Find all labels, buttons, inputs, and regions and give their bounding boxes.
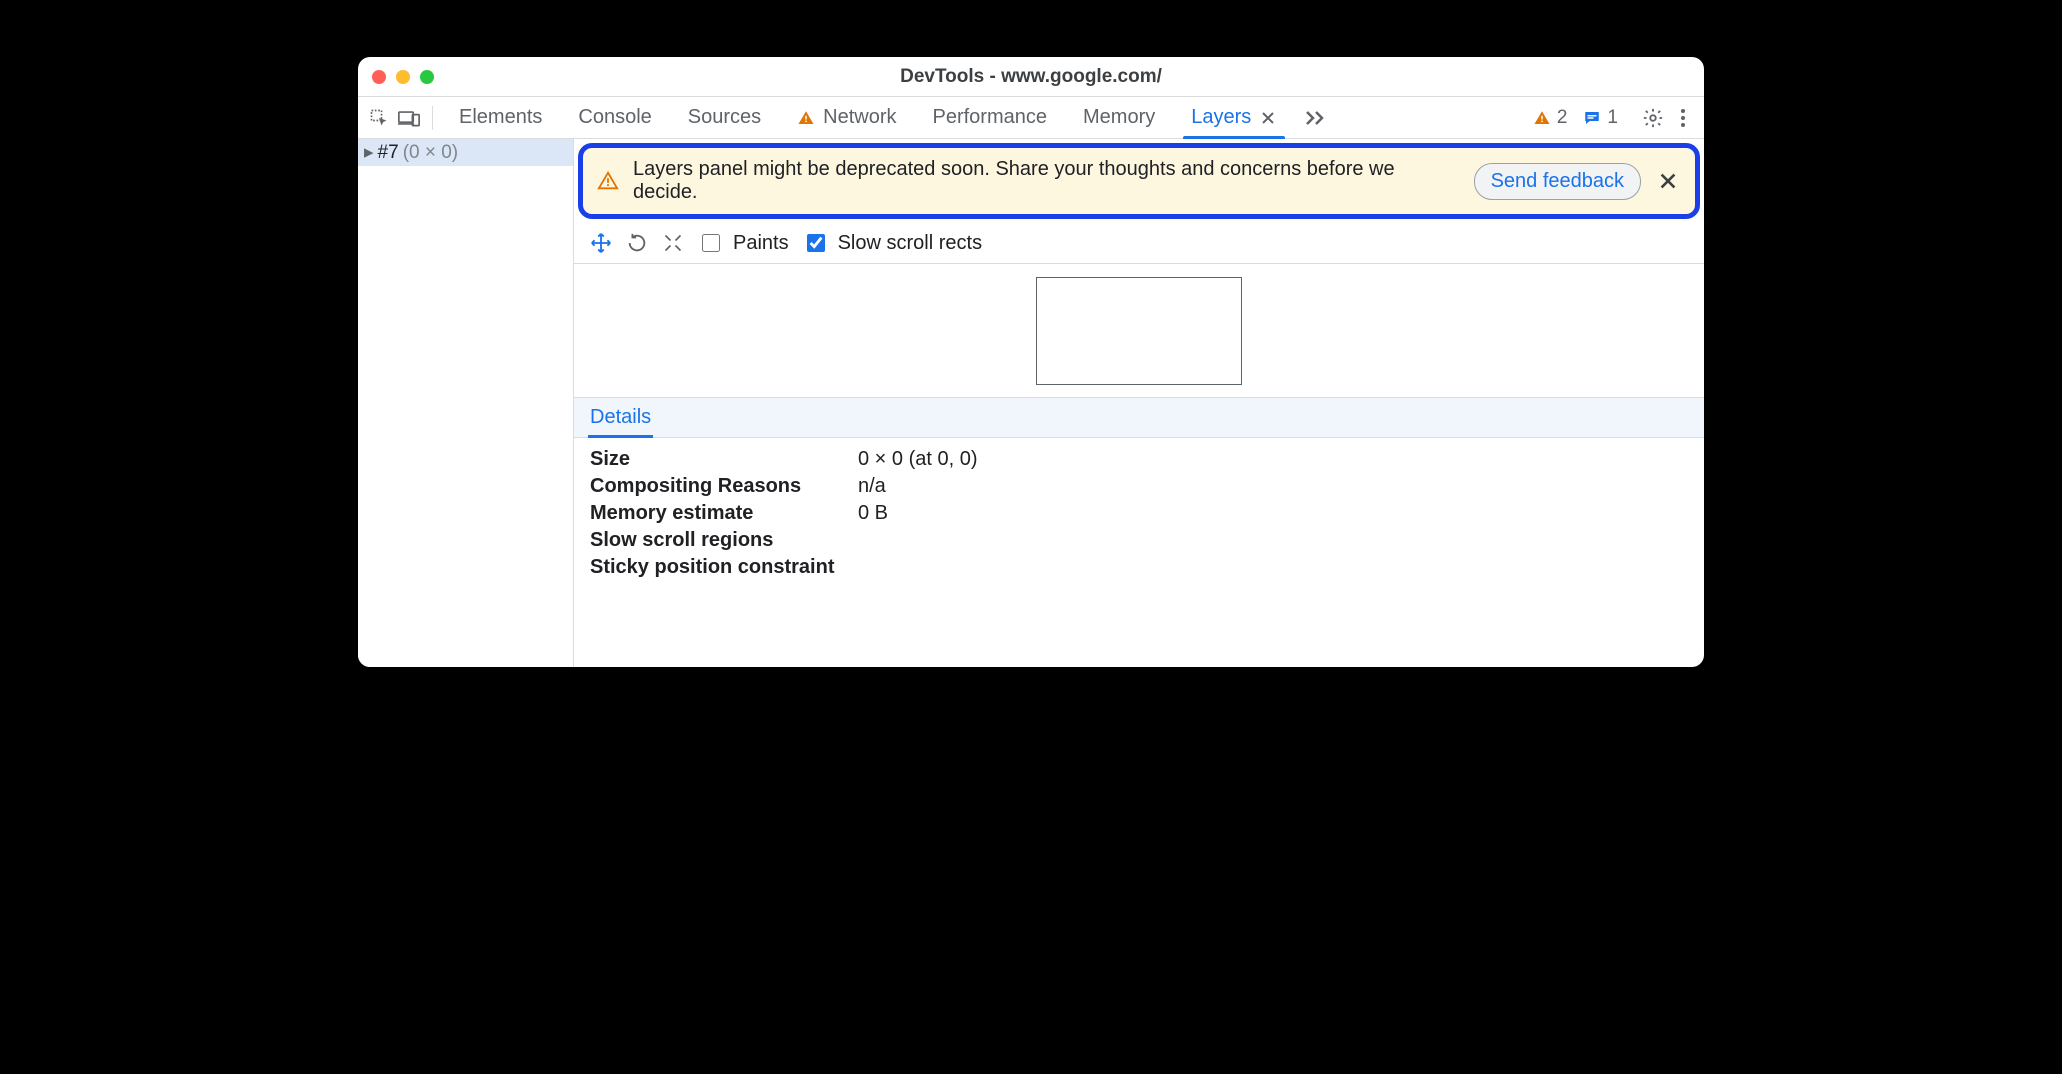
warning-icon [597,170,619,192]
device-toolbar-icon[interactable] [394,103,424,133]
window-title: DevTools - www.google.com/ [358,66,1704,88]
detail-key-comp: Compositing Reasons [590,475,858,498]
message-icon [1583,109,1601,127]
tab-label: Layers [1191,106,1251,129]
main-area: Layers panel might be deprecated soon. S… [574,139,1704,667]
layers-tree-sidebar: ▸ #7 (0 × 0) [358,139,574,667]
expand-icon[interactable]: ▸ [364,141,374,164]
detail-key-sticky: Sticky position constraint [590,556,858,579]
paints-label: Paints [733,232,789,255]
paints-checkbox-input[interactable] [702,234,720,252]
zoom-window-button[interactable] [420,70,434,84]
slow-scroll-checkbox[interactable]: Slow scroll rects [803,231,982,255]
close-window-button[interactable] [372,70,386,84]
tab-label: Network [823,106,896,129]
detail-val-mem: 0 B [858,502,1688,525]
detail-val-size: 0 × 0 (at 0, 0) [858,448,1688,471]
minimize-window-button[interactable] [396,70,410,84]
layer-tree-item[interactable]: ▸ #7 (0 × 0) [358,139,573,166]
tab-performance[interactable]: Performance [915,97,1066,138]
warning-icon [797,109,815,127]
detail-key-slow: Slow scroll regions [590,529,858,552]
panel-content: ▸ #7 (0 × 0) Layers panel might be depre… [358,139,1704,667]
window-controls [372,70,434,84]
messages-counter[interactable]: 1 [1575,107,1626,129]
details-grid: Size 0 × 0 (at 0, 0) Compositing Reasons… [574,438,1704,619]
titlebar: DevTools - www.google.com/ [358,57,1704,97]
tab-sources[interactable]: Sources [670,97,779,138]
tab-label: Performance [933,106,1048,129]
layers-view-toolbar: Paints Slow scroll rects [574,223,1704,264]
reset-view-icon[interactable] [662,232,684,254]
detail-key-size: Size [590,448,858,471]
warning-icon [1533,109,1551,127]
detail-key-mem: Memory estimate [590,502,858,525]
separator [432,106,433,130]
deprecation-banner: Layers panel might be deprecated soon. S… [578,143,1700,219]
tab-console[interactable]: Console [560,97,669,138]
tab-label: Memory [1083,106,1155,129]
messages-count: 1 [1607,107,1618,129]
tab-memory[interactable]: Memory [1065,97,1173,138]
detail-val-sticky [858,556,1688,579]
layer-rect[interactable] [1036,277,1242,385]
layer-id: #7 [378,142,399,164]
tab-label: Sources [688,106,761,129]
tab-layers[interactable]: Layers [1173,97,1295,138]
warnings-counter[interactable]: 2 [1525,107,1576,129]
layers-3d-view[interactable] [574,264,1704,398]
inspect-element-icon[interactable] [364,103,394,133]
settings-icon[interactable] [1638,103,1668,133]
main-toolbar: Elements Console Sources Network Perform… [358,97,1704,139]
close-tab-icon[interactable] [1259,109,1277,127]
warnings-count: 2 [1557,107,1568,129]
tab-elements[interactable]: Elements [441,97,560,138]
devtools-window: DevTools - www.google.com/ Elements Cons… [358,57,1704,667]
slow-scroll-label: Slow scroll rects [838,232,982,255]
rotate-mode-icon[interactable] [626,232,648,254]
close-banner-icon[interactable] [1655,168,1681,194]
detail-val-comp: n/a [858,475,1688,498]
pan-mode-icon[interactable] [590,232,612,254]
banner-text: Layers panel might be deprecated soon. S… [633,158,1460,204]
slow-scroll-checkbox-input[interactable] [807,234,825,252]
details-tabbar: Details [574,398,1704,438]
tab-network[interactable]: Network [779,97,914,138]
detail-val-slow [858,529,1688,552]
layer-dims: (0 × 0) [403,142,458,164]
details-tab-label: Details [590,406,651,429]
panel-tabs: Elements Console Sources Network Perform… [441,97,1335,138]
paints-checkbox[interactable]: Paints [698,231,789,255]
details-tab[interactable]: Details [590,398,651,437]
more-options-icon[interactable] [1668,103,1698,133]
tab-label: Console [578,106,651,129]
more-tabs-icon[interactable] [1295,110,1335,126]
tab-label: Elements [459,106,542,129]
send-feedback-button[interactable]: Send feedback [1474,163,1641,200]
